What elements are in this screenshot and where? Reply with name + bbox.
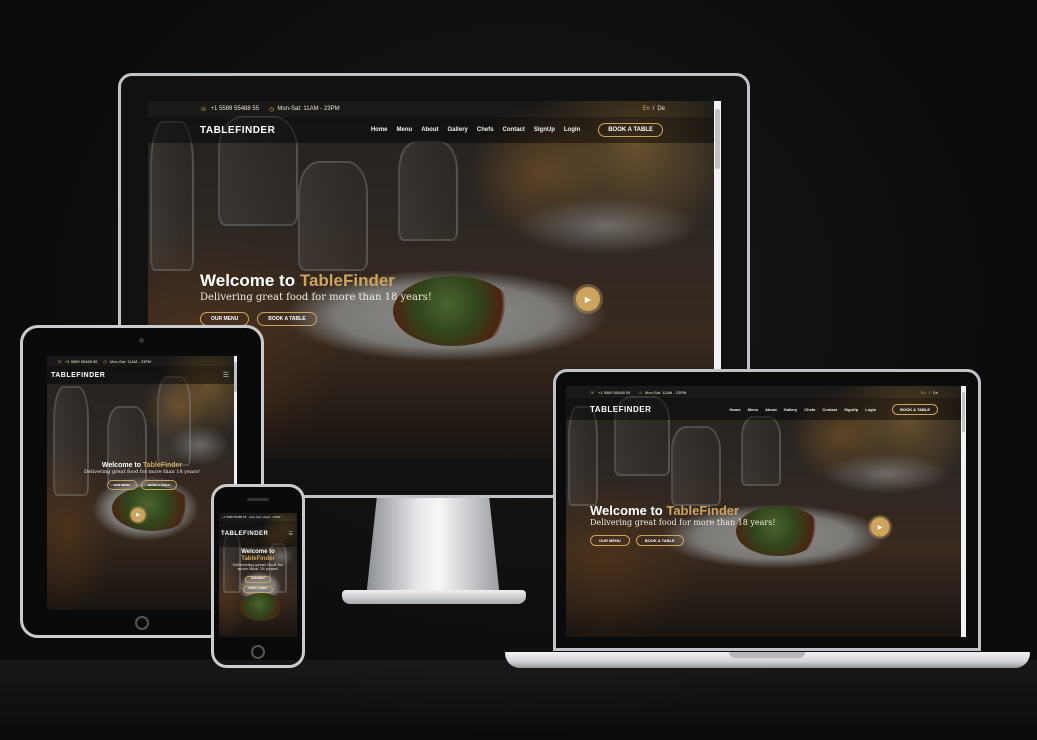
phone-screen: +1 5589 55488 55 Mon-Sat: 11AM - 23PM TA… (219, 513, 297, 637)
lang-en[interactable]: En (921, 390, 926, 395)
nav-signup[interactable]: SignUp (534, 127, 555, 133)
phone-info: ☏ +1 5589 55488 55 (590, 389, 631, 395)
laptop-site: ☏ +1 5589 55488 55 ◷ Mon-Sat: 11AM - 23PM … (566, 386, 966, 637)
lang-de[interactable]: De (657, 106, 665, 112)
play-icon[interactable]: ▶ (868, 515, 892, 539)
nav-contact[interactable]: Contact (503, 127, 525, 133)
phone-site: +1 5589 55488 55 Mon-Sat: 11AM - 23PM TA… (219, 513, 297, 637)
nav-login[interactable]: Login (865, 407, 876, 412)
nav-menu: Home Menu About Gallery Chefs Contact Si… (371, 127, 580, 133)
hero-title: Welcome to TableFinder (590, 503, 740, 518)
scrollbar[interactable] (961, 386, 966, 637)
hero-content: Welcome to TableFinder Delivering great … (219, 549, 297, 593)
hamburger-icon[interactable]: ☰ (289, 531, 293, 537)
brand-logo[interactable]: TABLEFINDER (51, 372, 105, 379)
hamburger-icon[interactable]: ☰ (223, 371, 229, 379)
nav-about[interactable]: About (765, 407, 777, 412)
play-icon[interactable]: ▶ (573, 284, 603, 314)
hero-subtitle: Delivering great food for more than 18 y… (84, 469, 200, 475)
book-table-nav-button[interactable]: BOOK A TABLE (892, 403, 938, 415)
floor-reflection (0, 660, 1037, 740)
book-table-button[interactable]: BOOK A TABLE (257, 312, 317, 326)
hero-content: Welcome to TableFinder Delivering great … (590, 503, 776, 546)
phone-home-button (251, 645, 265, 659)
clock-icon: ◷ (638, 389, 642, 395)
top-bar: +1 5589 55488 55 Mon-Sat: 11AM - 23PM (219, 513, 297, 521)
book-table-button[interactable]: BOOK A TABLE (140, 480, 178, 490)
brand-logo[interactable]: TABLEFINDER (221, 531, 268, 537)
tablet-site: ☏ +1 5589 55488 55 ◷ Mon-Sat: 11AM - 23PM … (47, 356, 237, 610)
language-switch: En / De (642, 106, 665, 112)
nav-signup[interactable]: SignUp (844, 407, 858, 412)
clock-icon: ◷ (269, 106, 275, 113)
navbar: TABLEFINDER ☰ (219, 521, 297, 547)
tablet-home-button (135, 616, 149, 630)
hero-title: Welcome to TableFinder (101, 462, 183, 469)
laptop-screen: ☏ +1 5589 55488 55 ◷ Mon-Sat: 11AM - 23PM … (566, 386, 966, 637)
hours-info: ◷ Mon-Sat: 11AM - 23PM (103, 358, 152, 364)
nav-gallery[interactable]: Gallery (784, 407, 798, 412)
our-menu-button[interactable]: OUR MENU (245, 575, 271, 583)
phone-info: +1 5589 55488 55 (222, 515, 247, 519)
language-switch: En / De (920, 389, 938, 395)
hours-info: Mon-Sat: 11AM - 23PM (249, 515, 281, 519)
monitor-stand (366, 498, 500, 598)
clock-icon: ◷ (103, 358, 107, 364)
top-bar: ☏ +1 5589 55488 55 ◷ Mon-Sat: 11AM - 23PM … (148, 101, 721, 117)
phone-icon: ☏ (590, 389, 596, 395)
navbar: TABLEFINDER Home Menu About Gallery Chef… (566, 398, 966, 420)
responsive-mockup: ☏ +1 5589 55488 55 ◷ Mon-Sat: 11AM - 23PM … (0, 0, 1037, 740)
hero-subtitle: Delivering great food for more than 18 y… (200, 292, 432, 303)
top-bar: ☏ +1 5589 55488 55 ◷ Mon-Sat: 11AM - 23PM (47, 356, 237, 366)
book-table-nav-button[interactable]: BOOK A TABLE (598, 123, 663, 137)
phone-info: ☏ +1 5589 55488 55 (57, 358, 98, 364)
play-icon[interactable]: ▶ (129, 506, 147, 524)
brand-logo[interactable]: TABLEFINDER (590, 405, 651, 414)
our-menu-button[interactable]: OUR MENU (200, 312, 250, 326)
nav-login[interactable]: Login (564, 127, 580, 133)
monitor-base (342, 590, 526, 604)
brand-logo[interactable]: TABLEFINDER (200, 125, 275, 136)
nav-home[interactable]: Home (371, 127, 388, 133)
nav-chefs[interactable]: Chefs (477, 127, 494, 133)
navbar: TABLEFINDER ☰ (47, 366, 237, 384)
book-table-button[interactable]: BOOK A TABLE (635, 535, 684, 546)
nav-chefs[interactable]: Chefs (804, 407, 815, 412)
nav-menu: Home Menu About Gallery Chefs Contact Si… (730, 407, 877, 412)
nav-gallery[interactable]: Gallery (448, 127, 468, 133)
navbar: TABLEFINDER Home Menu About Gallery Chef… (148, 117, 721, 143)
lang-de[interactable]: De (933, 390, 938, 395)
hours-info: ◷ Mon-Sat: 11AM - 23PM (269, 106, 340, 113)
hero-content: Welcome to TableFinder Delivering great … (200, 271, 432, 326)
top-bar: ☏ +1 5589 55488 55 ◷ Mon-Sat: 11AM - 23PM … (566, 386, 966, 398)
nav-menu[interactable]: Menu (397, 127, 413, 133)
nav-contact[interactable]: Contact (822, 407, 837, 412)
book-table-button[interactable]: BOOK A TABLE (242, 585, 274, 593)
our-menu-button[interactable]: OUR MENU (590, 535, 630, 546)
phone-speaker (247, 498, 269, 501)
nav-home[interactable]: Home (730, 407, 741, 412)
tablet-camera (139, 338, 144, 343)
hero-subtitle-line2: more than 18 years! (237, 566, 279, 572)
laptop-notch (729, 652, 805, 658)
hours-info: ◷ Mon-Sat: 11AM - 23PM (638, 389, 687, 395)
nav-menu[interactable]: Menu (748, 407, 758, 412)
tablet-screen: ☏ +1 5589 55488 55 ◷ Mon-Sat: 11AM - 23PM … (47, 356, 237, 610)
phone-info: ☏ +1 5589 55488 55 (200, 106, 260, 113)
phone-icon: ☏ (200, 106, 208, 113)
hero-subtitle: Delivering great food for more than 18 y… (590, 518, 776, 527)
our-menu-button[interactable]: OUR MENU (106, 480, 137, 490)
nav-about[interactable]: About (421, 127, 438, 133)
hero-title-line1: Welcome to (241, 549, 275, 555)
hero-content: Welcome to TableFinder Delivering great … (47, 462, 237, 490)
phone-icon: ☏ (57, 358, 63, 364)
hero-title: Welcome to TableFinder (200, 271, 395, 290)
lang-en[interactable]: En (642, 106, 649, 112)
